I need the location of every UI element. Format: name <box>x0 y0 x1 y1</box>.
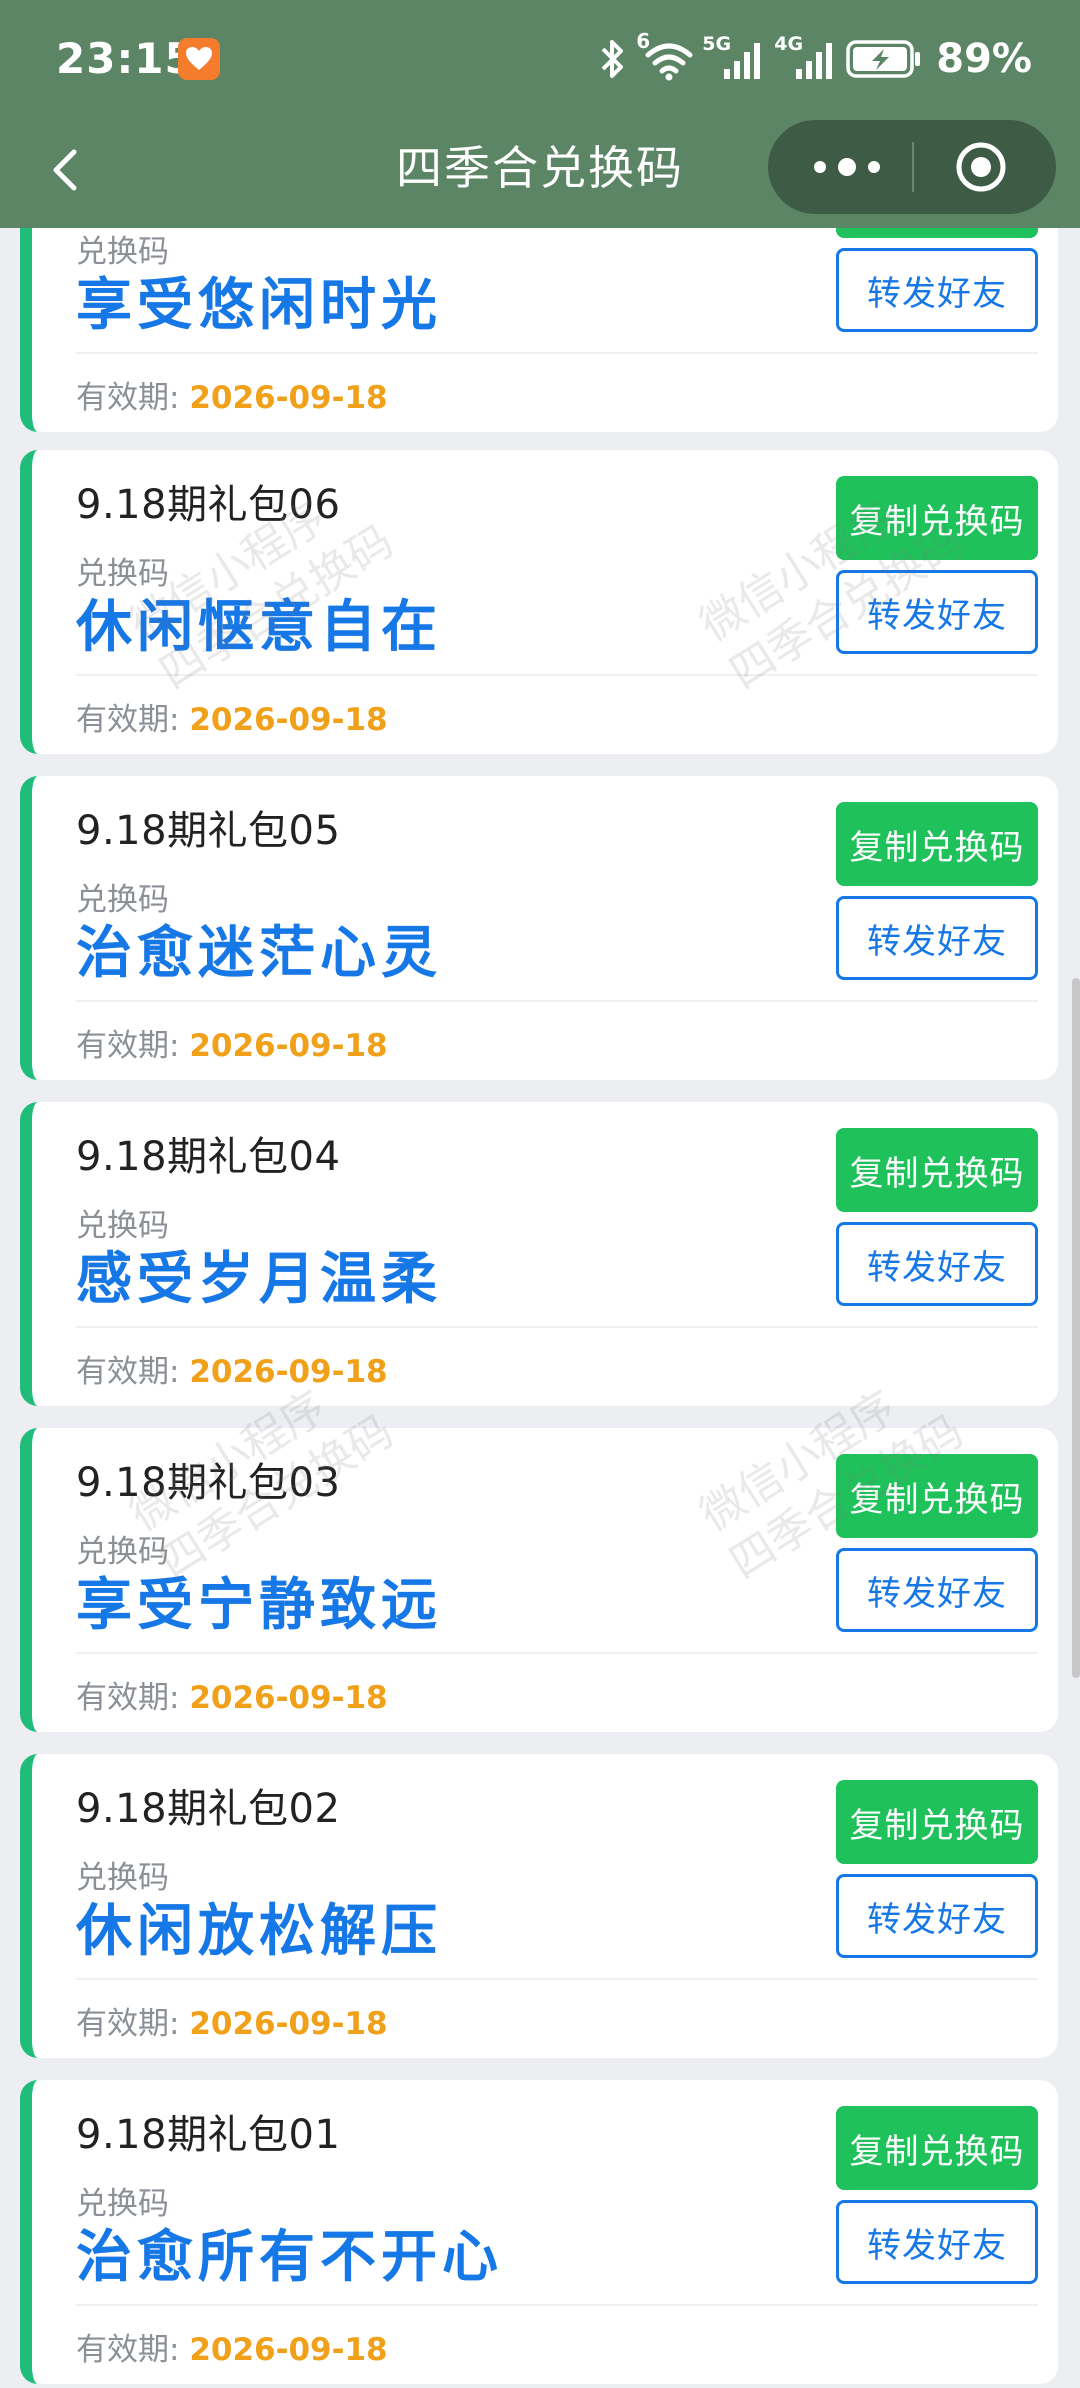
nav-bar: 四季合兑换码 <box>0 120 1080 228</box>
redeem-code: 休闲惬意自在 <box>76 595 442 660</box>
expiry-label: 有效期: <box>76 2006 180 2042</box>
share-friend-button[interactable]: 转发好友 <box>836 1222 1038 1306</box>
redeem-card: 9.18期礼包04 兑换码 感受岁月温柔 有效期: 2026-09-18 复制兑… <box>20 1102 1058 1406</box>
card-divider <box>76 1326 1038 1328</box>
copy-code-button[interactable]: 复制兑换码 <box>836 2106 1038 2190</box>
expiry-label: 有效期: <box>76 2332 180 2368</box>
expiry-row: 有效期: 2026-09-18 <box>76 1020 388 1065</box>
redeem-card: 9.18期礼包01 兑换码 治愈所有不开心 有效期: 2026-09-18 复制… <box>20 2080 1058 2384</box>
signal-4g-group: 4G <box>774 33 836 81</box>
page-title: 四季合兑换码 <box>396 141 684 195</box>
share-friend-button[interactable]: 转发好友 <box>836 1548 1038 1632</box>
redeem-card: 9.18期礼包02 兑换码 休闲放松解压 有效期: 2026-09-18 复制兑… <box>20 1754 1058 2058</box>
status-time: 23:15 <box>56 34 195 83</box>
card-divider <box>76 1652 1038 1654</box>
share-friend-button[interactable]: 转发好友 <box>836 896 1038 980</box>
target-close-icon[interactable] <box>954 140 1008 194</box>
more-dots-icon[interactable] <box>802 142 892 192</box>
expiry-date: 2026-09-18 <box>189 1680 388 1716</box>
signal-icon <box>796 43 833 79</box>
expiry-date: 2026-09-18 <box>189 1028 388 1064</box>
copy-code-button[interactable]: 复制兑换码 <box>836 802 1038 886</box>
app-notification-icon <box>178 38 220 80</box>
expiry-row: 有效期: 2026-09-18 <box>76 372 388 417</box>
card-name: 9.18期礼包03 <box>76 1460 341 1506</box>
scrollbar[interactable] <box>1072 978 1080 1678</box>
redeem-card: 9.18期礼包03 兑换码 享受宁静致远 有效期: 2026-09-18 复制兑… <box>20 1428 1058 1732</box>
card-name: 9.18期礼包02 <box>76 1786 341 1832</box>
copy-code-button[interactable]: 复制兑换码 <box>836 1128 1038 1212</box>
expiry-row: 有效期: 2026-09-18 <box>76 1346 388 1391</box>
expiry-row: 有效期: 2026-09-18 <box>76 2324 388 2369</box>
card-name: 9.18期礼包01 <box>76 2112 341 2158</box>
redeem-code: 享受悠闲时光 <box>76 273 442 338</box>
expiry-label: 有效期: <box>76 1680 180 1716</box>
signal-5g-group: 5G <box>702 33 764 81</box>
expiry-date: 2026-09-18 <box>189 380 388 416</box>
expiry-label: 有效期: <box>76 1354 180 1390</box>
card-name: 9.18期礼包04 <box>76 1134 341 1180</box>
share-friend-button[interactable]: 转发好友 <box>836 1874 1038 1958</box>
expiry-row: 有效期: 2026-09-18 <box>76 1672 388 1717</box>
card-divider <box>76 352 1038 354</box>
redeem-code: 休闲放松解压 <box>76 1899 442 1964</box>
copy-code-button[interactable]: 复制兑换码 <box>836 228 1038 238</box>
expiry-row: 有效期: 2026-09-18 <box>76 1998 388 2043</box>
expiry-label: 有效期: <box>76 380 180 416</box>
miniprogram-capsule <box>768 120 1056 214</box>
expiry-label: 有效期: <box>76 1028 180 1064</box>
share-friend-button[interactable]: 转发好友 <box>836 570 1038 654</box>
card-name: 9.18期礼包06 <box>76 482 341 528</box>
copy-code-button[interactable]: 复制兑换码 <box>836 476 1038 560</box>
card-divider <box>76 1978 1038 1980</box>
redeem-card: 兑换码 享受悠闲时光 有效期: 2026-09-18 复制兑换码 转发好友 <box>20 228 1058 432</box>
chevron-left-icon[interactable] <box>36 138 96 202</box>
redeem-code-list[interactable]: 兑换码 享受悠闲时光 有效期: 2026-09-18 复制兑换码 转发好友 9.… <box>0 228 1080 2388</box>
expiry-row: 有效期: 2026-09-18 <box>76 694 388 739</box>
redeem-card: 9.18期礼包06 兑换码 休闲惬意自在 有效期: 2026-09-18 复制兑… <box>20 450 1058 754</box>
redeem-code: 享受宁静致远 <box>76 1573 442 1638</box>
card-divider <box>76 674 1038 676</box>
expiry-date: 2026-09-18 <box>189 2006 388 2042</box>
redeem-code: 治愈所有不开心 <box>76 2225 503 2290</box>
expiry-label: 有效期: <box>76 702 180 738</box>
card-divider <box>76 1000 1038 1002</box>
bluetooth-icon <box>601 40 624 78</box>
signal-icon <box>724 43 761 79</box>
status-bar: 23:15 6 5G 4G 89% <box>0 0 1080 120</box>
card-name: 9.18期礼包05 <box>76 808 341 854</box>
app-header: 23:15 6 5G 4G 89% 四季合兑换码 <box>0 0 1080 228</box>
card-divider <box>76 2304 1038 2306</box>
redeem-code: 治愈迷茫心灵 <box>76 921 442 986</box>
share-friend-button[interactable]: 转发好友 <box>836 248 1038 332</box>
share-friend-button[interactable]: 转发好友 <box>836 2200 1038 2284</box>
wifi-icon <box>645 43 693 81</box>
redeem-code: 感受岁月温柔 <box>76 1247 442 1312</box>
capsule-divider <box>912 142 914 192</box>
battery-charging-icon <box>846 40 921 78</box>
expiry-date: 2026-09-18 <box>189 702 388 738</box>
battery-level: 89% <box>936 36 1032 82</box>
expiry-date: 2026-09-18 <box>189 1354 388 1390</box>
copy-code-button[interactable]: 复制兑换码 <box>836 1780 1038 1864</box>
expiry-date: 2026-09-18 <box>189 2332 388 2368</box>
redeem-card: 9.18期礼包05 兑换码 治愈迷茫心灵 有效期: 2026-09-18 复制兑… <box>20 776 1058 1080</box>
status-indicators: 6 5G 4G 89% <box>600 29 1032 86</box>
copy-code-button[interactable]: 复制兑换码 <box>836 1454 1038 1538</box>
wifi-group: 6 <box>636 29 693 81</box>
